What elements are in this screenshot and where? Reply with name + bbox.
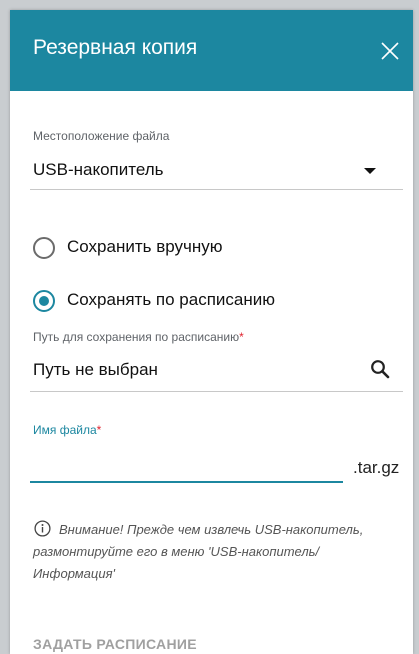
file-location-value: USB-накопитель	[33, 160, 164, 179]
radio-button-unchecked[interactable]	[33, 237, 55, 259]
file-location-label: Местоположение файла	[33, 129, 170, 143]
file-extension: .tar.gz	[353, 458, 400, 477]
schedule-path-label-text: Путь для сохранения по расписанию	[33, 330, 240, 344]
search-icon[interactable]	[370, 359, 390, 379]
schedule-path-value[interactable]: Путь не выбран	[33, 360, 158, 380]
file-name-input[interactable]	[30, 449, 347, 481]
select-underline	[30, 189, 403, 190]
set-schedule-button[interactable]: ЗАДАТЬ РАСПИСАНИЕ	[33, 636, 197, 652]
file-name-underline	[30, 481, 343, 483]
dialog-title: Резервная копия	[33, 36, 198, 59]
required-mark: *	[96, 423, 102, 437]
schedule-path-label: Путь для сохранения по расписанию*	[33, 330, 244, 344]
chevron-down-icon	[364, 168, 376, 174]
required-mark: *	[239, 330, 244, 344]
radio-save-manually[interactable]: Сохранить вручную	[33, 237, 353, 263]
dialog-header: Резервная копия	[10, 10, 413, 91]
notice-text: Внимание! Прежде чем извлечь USB-накопит…	[33, 519, 403, 585]
radio-button-checked[interactable]	[33, 290, 55, 312]
close-icon[interactable]	[378, 39, 402, 63]
backup-dialog: Резервная копия Местоположение файла USB…	[10, 10, 413, 654]
path-underline	[30, 391, 403, 392]
file-name-label: Имя файла*	[33, 423, 101, 437]
notice-message: Внимание! Прежде чем извлечь USB-накопит…	[33, 522, 364, 581]
file-name-label-text: Имя файла	[33, 423, 97, 437]
radio-save-by-schedule[interactable]: Сохранять по расписанию	[33, 290, 353, 316]
radio-label: Сохранять по расписанию	[67, 290, 275, 309]
radio-label: Сохранить вручную	[67, 237, 223, 256]
